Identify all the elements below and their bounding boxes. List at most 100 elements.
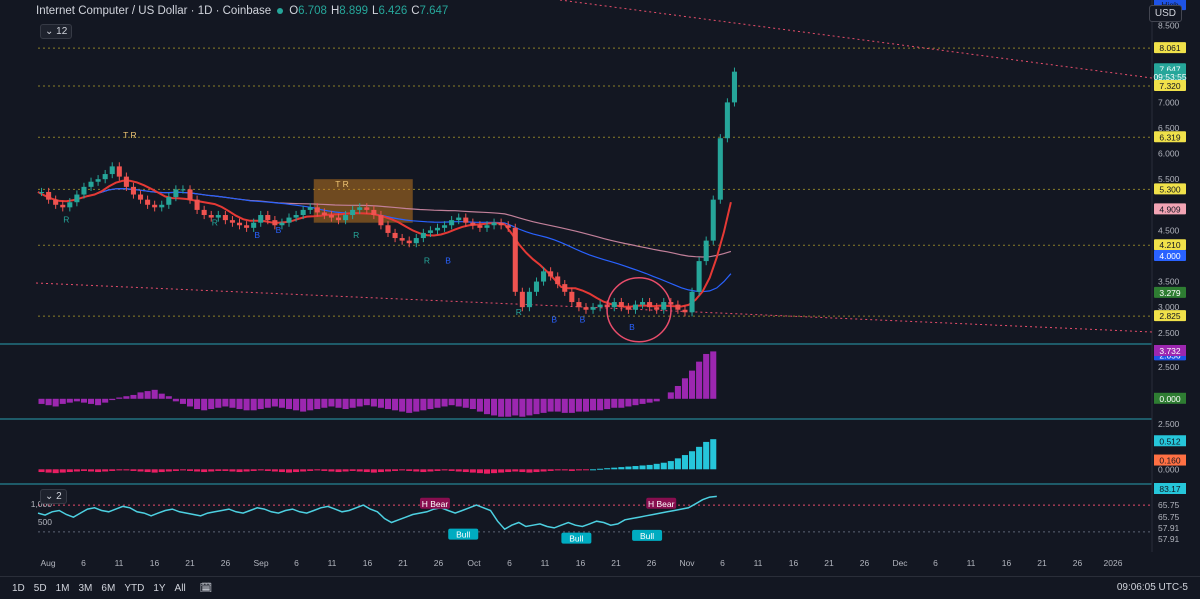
oscillator-2-bar <box>342 469 349 472</box>
chart-canvas[interactable]: 2.5003.0003.5004.5005.5006.0006.5007.000… <box>0 0 1200 599</box>
oscillator-2-bar <box>158 469 165 473</box>
time-tick-label: Nov <box>679 558 695 568</box>
oscillator-1-bar <box>639 398 646 404</box>
candle-body <box>647 302 653 308</box>
oscillator-2-bar <box>681 455 689 470</box>
oscillator-1-bar <box>59 398 66 404</box>
range-button-1m[interactable]: 1M <box>56 583 70 594</box>
oscillator-2-bar <box>165 469 172 472</box>
indicator-collapse-chip[interactable]: ⌄ 12 <box>40 24 73 39</box>
oscillator-2-bar <box>533 469 540 473</box>
range-button-all[interactable]: All <box>175 583 186 594</box>
oscillator-2-bar <box>151 469 158 473</box>
oscillator-2-bar <box>413 469 420 472</box>
oscillator-1-bar <box>130 394 137 399</box>
candle-body <box>187 189 193 200</box>
calendar-icon[interactable]: 🗓 <box>200 583 213 594</box>
candle-body <box>611 302 617 308</box>
candle-body <box>661 302 667 310</box>
oscillator-2-bar <box>547 469 554 471</box>
volume-collapse-chip[interactable]: ⌄ 2 <box>40 489 67 504</box>
oscillator-2-bar <box>505 469 512 473</box>
price-tick-label: 7.000 <box>1158 97 1180 107</box>
trendline-upper <box>559 0 1153 79</box>
range-button-1y[interactable]: 1Y <box>153 583 165 594</box>
time-tick-label: 21 <box>1037 558 1047 568</box>
candle-body <box>420 232 426 239</box>
candle-body <box>442 225 448 228</box>
oscillator-1-bar <box>462 398 469 408</box>
oscillator-2-bar <box>406 469 413 471</box>
ohlc-value: 7.647 <box>419 5 449 17</box>
oscillator-1-bar <box>434 398 441 408</box>
candle-body <box>533 281 540 292</box>
oscillator-1-bar <box>696 361 703 399</box>
oscillator-2-bar <box>278 469 285 473</box>
range-button-1d[interactable]: 1D <box>12 583 25 594</box>
osc2-tick-label: 0.000 <box>1158 464 1180 474</box>
signal-label: T R <box>335 179 349 189</box>
oscillator-1-bar <box>363 398 370 406</box>
time-tick-label: 21 <box>398 558 408 568</box>
time-tick-label: 6 <box>81 558 86 568</box>
time-tick-label: 11 <box>967 558 976 568</box>
candle-body <box>328 215 334 218</box>
time-tick-label: 16 <box>150 558 160 568</box>
rsi-tick-label: 57.91 <box>1158 534 1180 544</box>
time-tick-label: 26 <box>434 558 444 568</box>
oscillator-1-bar <box>321 398 328 408</box>
price-tick-label: 5.500 <box>1158 174 1180 184</box>
oscillator-2-bar <box>498 469 505 473</box>
candle-body <box>717 138 723 200</box>
time-tick-label: 11 <box>328 558 337 568</box>
oscillator-1-bar <box>285 398 293 410</box>
oscillator-1-bar <box>370 398 377 407</box>
oscillator-1-bar <box>681 378 689 399</box>
oscillator-1-bar <box>243 398 250 411</box>
oscillator-2-bar <box>222 469 229 471</box>
candle-body <box>88 181 94 187</box>
candle-body <box>548 271 554 277</box>
currency-selector[interactable]: USD <box>1148 5 1182 22</box>
range-button-6m[interactable]: 6M <box>101 583 115 594</box>
candle-body <box>597 304 603 308</box>
oscillator-1-bar <box>674 385 681 399</box>
range-button-5d[interactable]: 5D <box>34 583 47 594</box>
oscillator-1-bar <box>547 398 554 412</box>
divergence-badge-text: Bull <box>569 534 583 544</box>
oscillator-2-bar <box>420 469 427 473</box>
candle-body <box>152 204 158 208</box>
range-button-3m[interactable]: 3M <box>79 583 93 594</box>
oscillator-1-bar <box>335 398 342 408</box>
signal-label: B <box>551 315 557 325</box>
oscillator-2-bar <box>597 468 604 470</box>
oscillator-2-bar <box>52 469 59 474</box>
osc1-zero-text: 0.000 <box>1159 394 1181 404</box>
signal-label: B <box>580 315 586 325</box>
ohlc-value: 6.426 <box>378 5 408 17</box>
oscillator-2-bar <box>689 451 696 470</box>
time-tick-label: 26 <box>221 558 231 568</box>
oscillator-2-bar <box>307 469 314 471</box>
oscillator-2-bar <box>172 469 179 471</box>
volume-tick-label: 500 <box>38 517 52 527</box>
oscillator-1-bar <box>540 398 547 413</box>
signal-label: B <box>445 256 451 266</box>
time-tick-label: Dec <box>892 558 908 568</box>
oscillator-1-bar <box>703 353 710 399</box>
chart-title[interactable]: Internet Computer / US Dollar · 1D · Coi… <box>36 5 271 17</box>
range-button-ytd[interactable]: YTD <box>124 583 144 594</box>
price-badge-text: 2.825 <box>1159 311 1181 321</box>
oscillator-1-bar <box>618 398 625 408</box>
time-tick-label: Aug <box>40 558 55 568</box>
price-tick-label: 6.000 <box>1158 149 1180 159</box>
candle-body <box>731 71 737 103</box>
clock-readout: 09:06:05 UTC-5 <box>1116 582 1188 593</box>
candle-body <box>180 189 186 191</box>
candle-body <box>555 276 561 285</box>
time-tick-label: 16 <box>576 558 586 568</box>
oscillator-1-bar <box>377 398 384 408</box>
time-tick-label: 26 <box>647 558 657 568</box>
oscillator-1-bar <box>582 398 590 412</box>
oscillator-2-bar <box>590 469 597 471</box>
